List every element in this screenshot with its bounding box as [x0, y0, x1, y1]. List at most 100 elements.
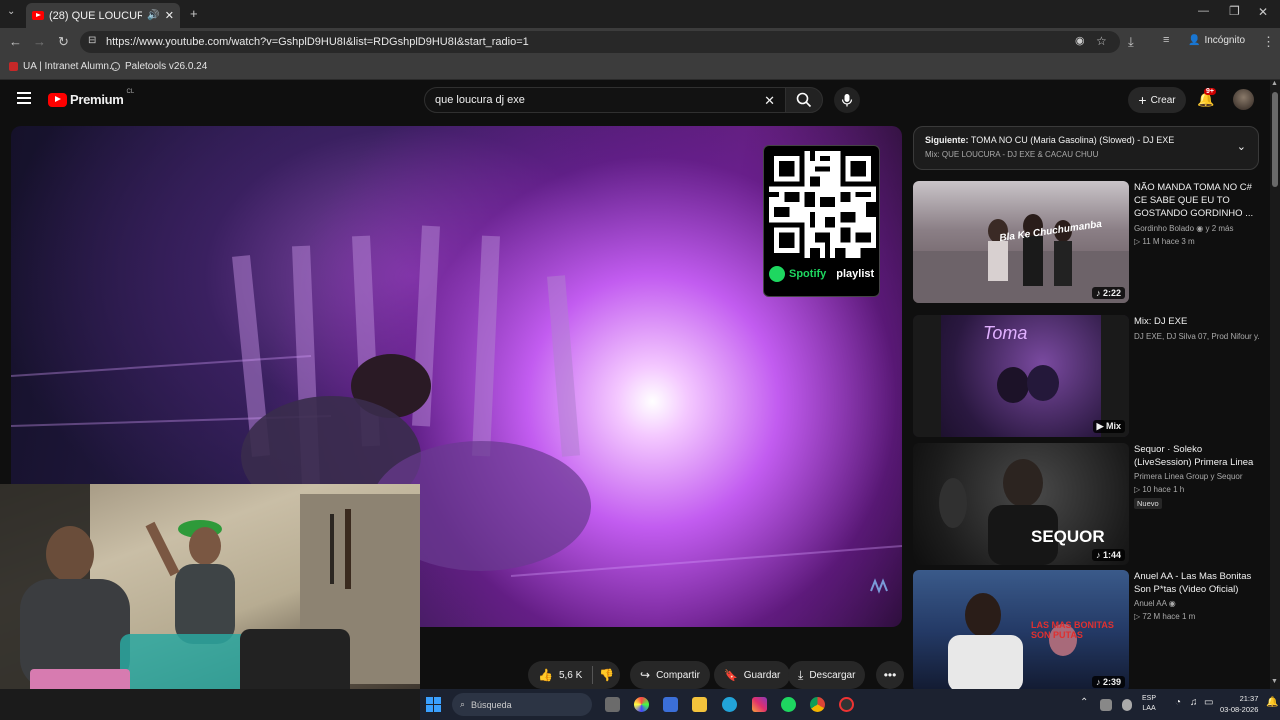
instagram-icon[interactable]	[752, 697, 767, 712]
file-explorer-icon[interactable]	[692, 697, 707, 712]
search-button[interactable]	[785, 87, 823, 113]
youtube-logo[interactable]: Premium CL	[48, 89, 134, 107]
menu-kebab-icon[interactable]: ⋮	[1262, 34, 1275, 50]
bookmark-label: Paletools v26.0.24	[125, 61, 208, 72]
bookmark-item-intranet[interactable]: UA | Intranet Alumn...	[9, 61, 117, 72]
recommendation-item[interactable]: Bla Ke Chuchumanba ♪ 2:22 NÃO MANDA TOMA…	[913, 181, 1268, 305]
notification-bell-icon[interactable]: 🔔	[1266, 697, 1278, 708]
recommendation-title[interactable]: Mix: DJ EXE	[1134, 315, 1259, 328]
channel-name[interactable]: Primera Linea Group y Sequor	[1134, 471, 1259, 483]
eye-off-icon[interactable]: ◉	[1075, 34, 1085, 47]
logo-text: Premium	[70, 92, 124, 107]
video-stats: ▷ 10 hace 1 h	[1134, 485, 1185, 494]
recommendation-item[interactable]: Toma ▶ Mix Mix: DJ EXE DJ EXE, DJ Silva …	[913, 315, 1268, 439]
store-icon[interactable]	[663, 697, 678, 712]
notifications-button[interactable]: 🔔 9+	[1197, 88, 1216, 109]
tray-chevron-icon[interactable]: ⌃	[1080, 697, 1088, 708]
clear-search-icon[interactable]: ✕	[764, 93, 775, 109]
app-icon[interactable]	[839, 697, 854, 712]
clock-time: 21:37	[1239, 694, 1259, 703]
thumbnail-text: LAS MAS BONITAS SON PUTAS	[1031, 620, 1114, 640]
video-thumbnail[interactable]: Toma ▶ Mix	[913, 315, 1129, 437]
video-stats: ▷ 72 M hace 1 m	[1134, 612, 1196, 621]
like-count: 5,6 K	[558, 669, 583, 681]
page-scrollbar[interactable]: ▲ ▼	[1270, 80, 1280, 689]
bookmark-favicon-icon	[9, 62, 18, 71]
recommendation-title[interactable]: Sequor · Soleko (LiveSession) Primera Li…	[1134, 443, 1259, 469]
new-badge: Nuevo	[1134, 498, 1162, 509]
create-button[interactable]: + Crear	[1128, 87, 1186, 113]
up-next-banner[interactable]: Siguiente: TOMA NO CU (Maria Gasolina) (…	[913, 126, 1259, 170]
site-info-icon[interactable]: ⊟	[88, 35, 96, 46]
windows-taskbar: ⌕ Búsqueda ⌃ ESP LAA ◔ ♫ ▭ 21:37 03-08-2…	[420, 689, 1280, 720]
spotify-icon[interactable]	[781, 697, 796, 712]
address-bar[interactable]: ⊟ https://www.youtube.com/watch?v=GshplD…	[80, 31, 1120, 53]
download-label: Descargar	[809, 669, 856, 681]
thumbnail-text: Toma	[983, 323, 1028, 343]
recommendation-title[interactable]: NÃO MANDA TOMA NO C# CE SABE QUE EU TO G…	[1134, 181, 1259, 220]
browser-tab[interactable]: (28) QUE LOUCURA - DJ EX 🔊 ✕	[26, 3, 180, 28]
tab-close-icon[interactable]: ✕	[165, 9, 174, 22]
scroll-down-icon[interactable]: ▼	[1271, 678, 1278, 685]
scrollbar-thumb[interactable]	[1272, 92, 1278, 187]
channel-name[interactable]: DJ EXE, DJ Silva 07, Prod Nifour y...	[1134, 331, 1259, 343]
youtube-play-logo-icon	[48, 92, 67, 107]
channel-name[interactable]: Gordinho Bolado ◉ y 2 más	[1134, 223, 1259, 235]
task-view-icon[interactable]	[605, 697, 620, 712]
thumbs-down-icon[interactable]: 👎	[599, 668, 614, 682]
back-icon[interactable]: ←	[9, 34, 22, 49]
search-input[interactable]: que loucura dj exe ✕	[424, 87, 786, 113]
hamburger-menu-icon[interactable]	[17, 92, 31, 104]
channel-name[interactable]: Anuel AA ◉	[1134, 598, 1259, 610]
forward-icon[interactable]: →	[33, 34, 46, 49]
recommendation-item[interactable]: SEQUOR ♪ 1:44 Sequor · Soleko (LiveSessi…	[913, 443, 1268, 567]
window-close-icon[interactable]: ✕	[1258, 5, 1268, 19]
copilot-icon[interactable]	[634, 697, 649, 712]
search-query: que loucura dj exe	[435, 94, 525, 106]
spotify-label: Spotify	[789, 268, 827, 280]
more-actions-button[interactable]: •••	[876, 661, 904, 689]
tray-app-icon[interactable]	[1100, 699, 1112, 711]
spotify-qr-card[interactable]: Spotify playlist	[763, 145, 880, 297]
maximize-icon[interactable]: ❐	[1229, 4, 1240, 18]
spotify-logo-icon	[769, 266, 785, 282]
edge-icon[interactable]	[722, 697, 737, 712]
recommendation-item[interactable]: LAS MAS BONITAS SON PUTAS ♪ 2:39 Anuel A…	[913, 570, 1268, 694]
video-stats: ▷ 11 M hace 3 m	[1134, 237, 1195, 246]
clock[interactable]: 21:37 03-08-2026	[1220, 693, 1258, 715]
voice-search-button[interactable]	[834, 87, 860, 113]
new-tab-icon[interactable]: +	[190, 6, 198, 21]
download-button[interactable]: ⤓ Descargar	[788, 661, 866, 689]
taskbar-search[interactable]: ⌕ Búsqueda	[452, 693, 592, 716]
video-thumbnail[interactable]: SEQUOR ♪ 1:44	[913, 443, 1129, 565]
battery-icon[interactable]: ▭	[1204, 697, 1213, 708]
audio-playing-icon[interactable]: 🔊	[147, 10, 159, 21]
video-thumbnail[interactable]: LAS MAS BONITAS SON PUTAS ♪ 2:39	[913, 570, 1129, 692]
avatar[interactable]	[1233, 89, 1254, 110]
video-thumbnail[interactable]: Bla Ke Chuchumanba ♪ 2:22	[913, 181, 1129, 303]
scroll-up-icon[interactable]: ▲	[1271, 80, 1278, 87]
incognito-profile[interactable]: 👤 Incógnito	[1188, 35, 1245, 46]
windows-start-icon[interactable]	[426, 697, 441, 712]
save-button[interactable]: 🔖 Guardar	[714, 661, 791, 689]
volume-icon[interactable]: ♫	[1190, 697, 1198, 708]
bookmark-item-paletools[interactable]: Paletools v26.0.24	[111, 61, 207, 72]
wifi-icon[interactable]: ◔	[1175, 697, 1181, 708]
download-icon[interactable]: ⤓	[1128, 34, 1134, 50]
microphone-icon	[841, 94, 853, 107]
microphone-tray-icon[interactable]	[1122, 699, 1132, 711]
minimize-icon[interactable]: —	[1198, 5, 1209, 17]
reload-icon[interactable]: ↻	[58, 34, 69, 50]
chevron-down-icon[interactable]: ⌄	[1237, 140, 1246, 153]
plus-icon: +	[1138, 92, 1147, 108]
media-control-icon[interactable]: ≡	[1163, 34, 1169, 46]
recommendation-title[interactable]: Anuel AA - Las Mas Bonitas Son P*tas (Vi…	[1134, 570, 1259, 596]
tab-search-icon[interactable]: ⌄	[7, 6, 15, 17]
qr-pattern	[769, 151, 876, 258]
like-button[interactable]: 👍 5,6 K 👎	[528, 661, 620, 689]
share-button[interactable]: ↪ Compartir	[630, 661, 710, 689]
bookmark-star-icon[interactable]: ☆	[1096, 34, 1107, 48]
chrome-icon[interactable]	[810, 697, 825, 712]
language-indicator[interactable]: ESP LAA	[1142, 694, 1156, 714]
search-icon: ⌕	[460, 699, 466, 709]
